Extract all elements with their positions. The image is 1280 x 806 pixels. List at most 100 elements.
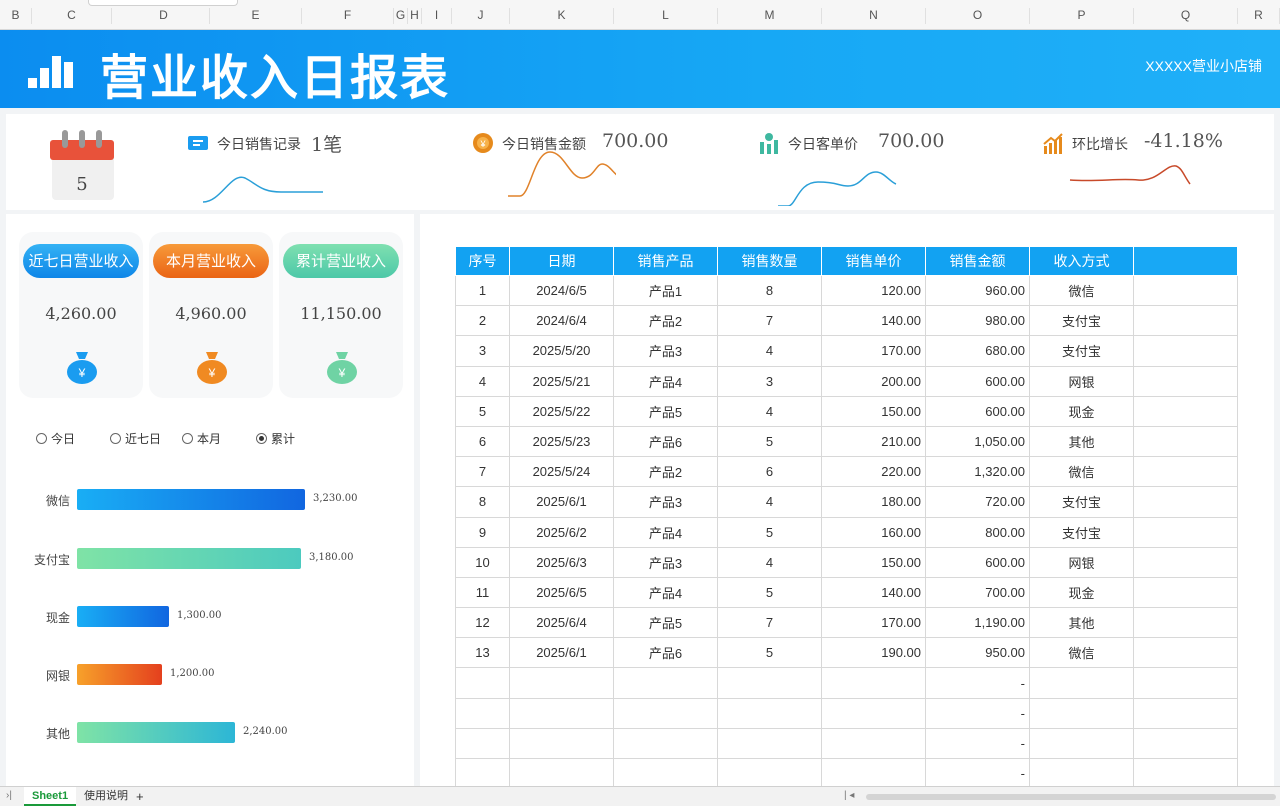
column-header-h[interactable]: H: [408, 8, 422, 24]
column-header-g[interactable]: G: [394, 8, 408, 24]
table-cell[interactable]: 2025/6/3: [509, 546, 614, 578]
filter-month[interactable]: 本月: [182, 430, 221, 447]
table-cell[interactable]: [1133, 305, 1238, 337]
table-cell[interactable]: 2025/5/20: [509, 335, 614, 367]
table-cell[interactable]: 产品4: [613, 576, 718, 609]
column-header-j[interactable]: J: [452, 8, 510, 24]
table-cell[interactable]: 2025/5/22: [509, 395, 614, 427]
table-cell[interactable]: [717, 697, 822, 729]
table-cell[interactable]: 170.00: [821, 607, 926, 639]
table-cell[interactable]: 2: [455, 305, 510, 337]
table-cell[interactable]: 2024/6/5: [509, 274, 614, 307]
table-cell[interactable]: [1133, 274, 1238, 307]
table-cell[interactable]: 180.00: [821, 486, 926, 518]
table-cell[interactable]: [717, 667, 822, 699]
table-cell[interactable]: 170.00: [821, 335, 926, 367]
table-cell[interactable]: 950.00: [925, 637, 1030, 669]
table-cell[interactable]: [1133, 456, 1238, 488]
table-cell[interactable]: 140.00: [821, 576, 926, 609]
table-cell[interactable]: 网银: [1029, 546, 1134, 578]
table-cell[interactable]: 产品5: [613, 607, 718, 639]
table-cell[interactable]: 5: [455, 395, 510, 427]
table-cell[interactable]: [717, 757, 822, 790]
table-cell[interactable]: 现金: [1029, 395, 1134, 427]
column-header-c[interactable]: C: [32, 8, 112, 24]
radio-dot[interactable]: [36, 433, 47, 444]
table-cell[interactable]: 4: [717, 486, 822, 518]
table-cell[interactable]: [821, 757, 926, 790]
table-cell[interactable]: [1133, 546, 1238, 578]
table-cell[interactable]: 10: [455, 546, 510, 578]
table-cell[interactable]: 产品3: [613, 546, 718, 578]
table-cell[interactable]: 1: [455, 274, 510, 307]
column-header-m[interactable]: M: [718, 8, 822, 24]
table-cell[interactable]: 5: [717, 576, 822, 609]
table-cell[interactable]: 支付宝: [1029, 335, 1134, 367]
table-cell[interactable]: 140.00: [821, 305, 926, 337]
column-header-b[interactable]: B: [0, 8, 32, 24]
table-cell[interactable]: 其他: [1029, 425, 1134, 458]
table-cell[interactable]: 160.00: [821, 516, 926, 548]
filter-seven-days[interactable]: 近七日: [110, 430, 161, 447]
add-sheet-button[interactable]: +: [128, 787, 152, 806]
table-cell[interactable]: 7: [455, 456, 510, 488]
table-cell[interactable]: 产品6: [613, 425, 718, 458]
table-cell[interactable]: 产品2: [613, 305, 718, 337]
column-header-r[interactable]: R: [1238, 8, 1280, 24]
table-cell[interactable]: 13: [455, 637, 510, 669]
column-header-o[interactable]: O: [926, 8, 1030, 24]
table-cell[interactable]: 4: [717, 546, 822, 578]
table-cell[interactable]: 5: [717, 425, 822, 458]
table-cell[interactable]: 150.00: [821, 546, 926, 578]
table-cell[interactable]: [1133, 365, 1238, 397]
table-cell[interactable]: 7: [717, 607, 822, 639]
table-cell[interactable]: [455, 697, 510, 729]
column-header-f[interactable]: F: [302, 8, 394, 24]
table-cell[interactable]: 5: [717, 516, 822, 548]
table-cell[interactable]: 200.00: [821, 365, 926, 397]
table-cell[interactable]: 190.00: [821, 637, 926, 669]
table-cell[interactable]: [613, 697, 718, 729]
table-cell[interactable]: 2025/6/5: [509, 576, 614, 609]
sheet-nav-icon[interactable]: ›|: [6, 790, 12, 801]
table-cell[interactable]: 960.00: [925, 274, 1030, 307]
table-cell[interactable]: 2025/6/4: [509, 607, 614, 639]
table-cell[interactable]: [1133, 335, 1238, 367]
table-cell[interactable]: 720.00: [925, 486, 1030, 518]
table-cell[interactable]: -: [925, 697, 1030, 729]
table-cell[interactable]: [1133, 667, 1238, 699]
table-cell[interactable]: [1133, 637, 1238, 669]
table-cell[interactable]: 220.00: [821, 456, 926, 488]
table-cell[interactable]: 3: [717, 365, 822, 397]
table-cell[interactable]: [1133, 727, 1238, 760]
table-cell[interactable]: 800.00: [925, 516, 1030, 548]
table-cell[interactable]: 6: [717, 456, 822, 488]
table-cell[interactable]: 600.00: [925, 395, 1030, 427]
column-header-l[interactable]: L: [614, 8, 718, 24]
table-cell[interactable]: 2024/6/4: [509, 305, 614, 337]
table-cell[interactable]: 600.00: [925, 546, 1030, 578]
table-cell[interactable]: [1029, 697, 1134, 729]
table-cell[interactable]: -: [925, 757, 1030, 790]
table-cell[interactable]: [613, 667, 718, 699]
table-cell[interactable]: [1133, 757, 1238, 790]
table-cell[interactable]: 产品4: [613, 516, 718, 548]
table-cell[interactable]: [455, 667, 510, 699]
sheet-tab-instructions[interactable]: 使用说明: [76, 787, 136, 806]
table-cell[interactable]: -: [925, 667, 1030, 699]
table-cell[interactable]: 600.00: [925, 365, 1030, 397]
table-cell[interactable]: 8: [455, 486, 510, 518]
column-header-d[interactable]: D: [118, 8, 210, 24]
column-header-n[interactable]: N: [822, 8, 926, 24]
table-cell[interactable]: [1133, 516, 1238, 548]
table-cell[interactable]: 4: [717, 395, 822, 427]
table-cell[interactable]: 210.00: [821, 425, 926, 458]
filter-cumulative[interactable]: 累计: [256, 430, 295, 447]
table-cell[interactable]: [821, 667, 926, 699]
table-cell[interactable]: 产品3: [613, 335, 718, 367]
column-header-p[interactable]: P: [1030, 8, 1134, 24]
table-cell[interactable]: 980.00: [925, 305, 1030, 337]
horizontal-scrollbar[interactable]: [866, 794, 1276, 800]
table-cell[interactable]: 11: [455, 576, 510, 609]
sheet-tab-sheet1[interactable]: Sheet1: [24, 787, 77, 806]
